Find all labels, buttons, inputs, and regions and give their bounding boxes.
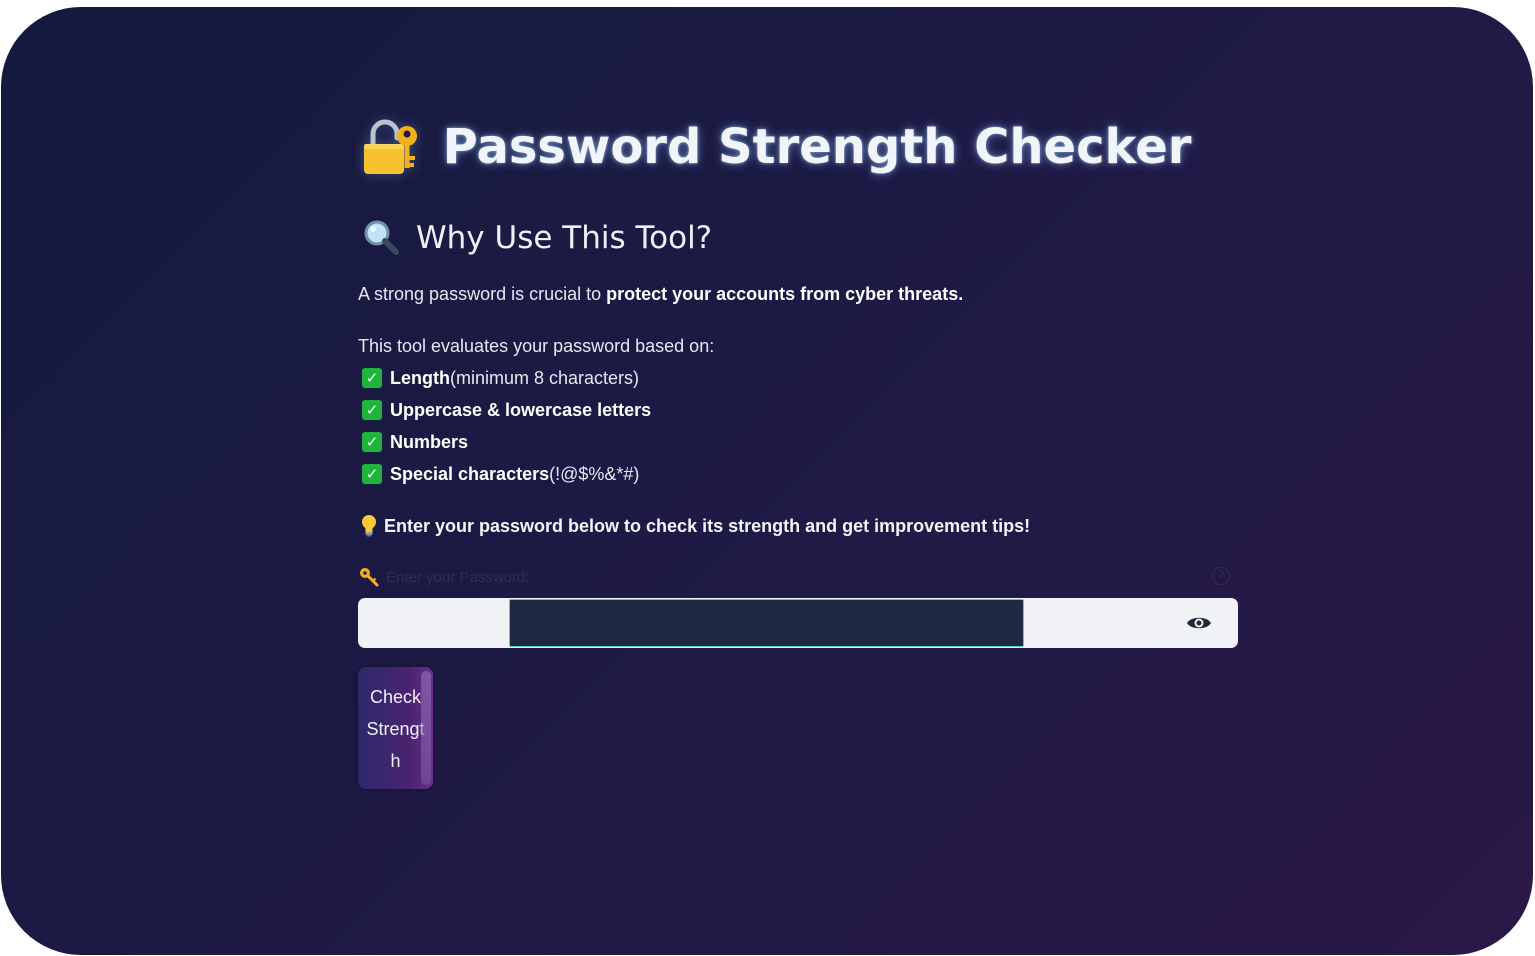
intro-line-1: A strong password is crucial to protect … bbox=[358, 278, 1238, 310]
green-check-box-icon: ✓ bbox=[362, 400, 382, 420]
password-input[interactable] bbox=[509, 599, 1024, 647]
criteria-label: Special characters bbox=[390, 463, 550, 484]
password-input-container bbox=[358, 598, 1238, 648]
criteria-item-length: ✓ Length (minimum 8 characters) bbox=[358, 362, 1238, 394]
intro-line-2: This tool evaluates your password based … bbox=[358, 336, 715, 356]
tip-row: Enter your password below to check its s… bbox=[358, 510, 1238, 542]
page-title: Password Strength Checker bbox=[442, 119, 1192, 175]
intro-line-1-prefix: A strong password is crucial to bbox=[358, 284, 607, 304]
criteria-item-numbers: ✓ Numbers bbox=[358, 426, 1238, 458]
header: Password Strength Checker bbox=[1, 107, 1533, 187]
section-heading: Why Use This Tool? bbox=[358, 212, 1238, 264]
key-icon bbox=[360, 568, 379, 587]
section-heading-text: Why Use This Tool? bbox=[416, 220, 713, 256]
green-check-box-icon: ✓ bbox=[362, 464, 382, 484]
green-check-box-icon: ✓ bbox=[362, 368, 382, 388]
criteria-label: Uppercase & lowercase letters bbox=[390, 399, 652, 420]
tip-text: Enter your password below to check its s… bbox=[384, 515, 1031, 536]
criteria-label: Length bbox=[390, 367, 450, 388]
criteria-item-case: ✓ Uppercase & lowercase letters bbox=[358, 394, 1238, 426]
magnifying-glass-icon bbox=[364, 220, 399, 255]
check-strength-button[interactable]: Check Strength bbox=[358, 667, 433, 789]
password-label-row: Enter your Password: ? bbox=[358, 562, 1238, 592]
light-bulb-icon bbox=[362, 515, 376, 537]
unlocked-padlock-with-key-icon bbox=[363, 119, 417, 174]
criteria-label: Numbers bbox=[390, 431, 469, 452]
criteria-detail: (minimum 8 characters) bbox=[450, 367, 640, 388]
check-strength-button-label: Check Strength bbox=[366, 687, 425, 771]
criteria-item-special: ✓ Special characters (!@$%&*#) bbox=[358, 458, 1238, 490]
green-check-box-icon: ✓ bbox=[362, 432, 382, 452]
app-window: Password Strength Checker Why Use This T… bbox=[1, 7, 1533, 955]
eye-icon[interactable] bbox=[1184, 610, 1214, 636]
criteria-detail: (!@$%&*#) bbox=[549, 463, 640, 484]
criteria-list: ✓ Length (minimum 8 characters) ✓ Upperc… bbox=[358, 362, 1238, 490]
password-label: Enter your Password: bbox=[386, 568, 530, 586]
question-circle-icon[interactable]: ? bbox=[1212, 567, 1230, 585]
intro-line-1-bold: protect your accounts from cyber threats… bbox=[606, 284, 964, 304]
main-content: Why Use This Tool? A strong password is … bbox=[358, 212, 1238, 789]
